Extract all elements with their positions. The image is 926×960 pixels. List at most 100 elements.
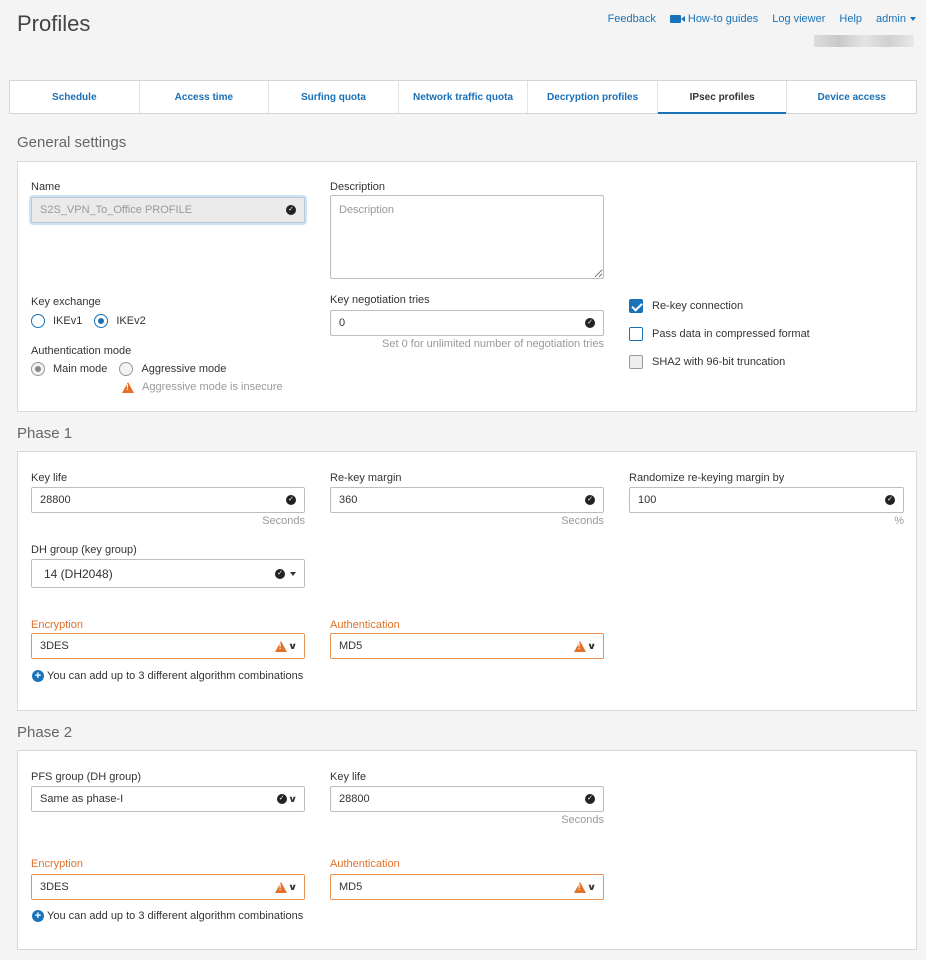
phase1-title: Phase 1 bbox=[17, 425, 73, 442]
warning-icon bbox=[274, 881, 287, 893]
phase2-title: Phase 2 bbox=[17, 724, 73, 741]
warning-icon bbox=[573, 640, 586, 652]
ikev2-label: IKEv2 bbox=[116, 315, 146, 327]
name-field[interactable]: S2S_VPN_To_Office PROFILE ✓ bbox=[31, 197, 305, 223]
aggressive-mode-label: Aggressive mode bbox=[141, 363, 227, 375]
rekey-checkbox[interactable] bbox=[629, 299, 643, 313]
ikev1-radio[interactable] bbox=[31, 314, 45, 328]
p2-add-combination-text: You can add up to 3 different algorithm … bbox=[47, 910, 304, 922]
p2-pfs-label: PFS group (DH group) bbox=[31, 771, 142, 783]
key-tries-value: 0 bbox=[339, 317, 346, 329]
compress-checkbox[interactable] bbox=[629, 327, 643, 341]
auth-mode-label: Authentication mode bbox=[31, 345, 132, 357]
ikev2-radio[interactable] bbox=[94, 314, 109, 328]
check-circle-icon: ✓ bbox=[286, 205, 296, 215]
sha2-label: SHA2 with 96-bit truncation bbox=[652, 356, 786, 368]
name-value: S2S_VPN_To_Office PROFILE bbox=[40, 204, 193, 216]
rekey-option: Re-key connection bbox=[629, 299, 743, 313]
top-nav: Feedback How-to guides Log viewer Help a… bbox=[608, 13, 916, 25]
p2-key-life-label: Key life bbox=[330, 771, 367, 783]
p1-dh-value: 14 (DH2048) bbox=[44, 566, 113, 581]
chevron-down-icon: ∨ bbox=[586, 881, 597, 892]
p2-key-life-field[interactable]: 28800 ✓ bbox=[330, 786, 604, 812]
p1-randomize-unit: % bbox=[894, 515, 904, 527]
p1-encryption-label: Encryption bbox=[31, 619, 83, 631]
p1-add-combination[interactable]: + You can add up to 3 different algorith… bbox=[32, 670, 303, 682]
tab-decryption-profiles[interactable]: Decryption profiles bbox=[528, 81, 658, 113]
p2-encryption-label: Encryption bbox=[31, 858, 83, 870]
admin-menu[interactable]: admin bbox=[876, 13, 916, 25]
check-circle-icon: ✓ bbox=[276, 794, 287, 804]
tab-bar: Schedule Access time Surfing quota Netwo… bbox=[9, 80, 917, 114]
feedback-link[interactable]: Feedback bbox=[608, 13, 656, 25]
general-settings-title: General settings bbox=[17, 134, 127, 151]
main-mode-radio[interactable] bbox=[31, 362, 45, 376]
p1-authentication-label: Authentication bbox=[330, 619, 400, 631]
p1-rekey-margin-unit: Seconds bbox=[561, 515, 604, 527]
phase2-panel: PFS group (DH group) Same as phase-I ✓ ∨… bbox=[17, 750, 917, 950]
video-camera-icon bbox=[669, 15, 685, 23]
tab-access-time[interactable]: Access time bbox=[140, 81, 270, 113]
chevron-down-icon: ∨ bbox=[287, 793, 298, 804]
p1-key-life-unit: Seconds bbox=[262, 515, 305, 527]
p1-rekey-margin-field[interactable]: 360 ✓ bbox=[330, 487, 604, 513]
warning-icon bbox=[573, 881, 586, 893]
p2-encryption-value: 3DES bbox=[40, 881, 69, 893]
p1-rekey-margin-label: Re-key margin bbox=[330, 472, 402, 484]
p2-pfs-select[interactable]: Same as phase-I ✓ ∨ bbox=[31, 786, 305, 812]
p2-pfs-value: Same as phase-I bbox=[40, 793, 124, 805]
help-link[interactable]: Help bbox=[839, 13, 862, 25]
name-label: Name bbox=[31, 181, 61, 193]
check-circle-icon: ✓ bbox=[585, 495, 595, 505]
chevron-down-icon: ∨ bbox=[287, 640, 298, 651]
plus-circle-icon: + bbox=[32, 910, 44, 922]
log-viewer-link[interactable]: Log viewer bbox=[772, 13, 825, 25]
tab-device-access[interactable]: Device access bbox=[787, 81, 916, 113]
tab-schedule[interactable]: Schedule bbox=[10, 81, 140, 113]
p1-dh-select[interactable]: 14 (DH2048) ✓ bbox=[31, 559, 305, 588]
p1-authentication-select[interactable]: MD5 ∨ bbox=[330, 633, 604, 659]
key-exchange-label: Key exchange bbox=[31, 296, 101, 308]
how-to-guides-link[interactable]: How-to guides bbox=[669, 13, 758, 25]
description-field[interactable] bbox=[330, 195, 604, 279]
p1-encryption-value: 3DES bbox=[40, 640, 69, 652]
sha2-option: SHA2 with 96-bit truncation bbox=[629, 355, 785, 369]
p1-randomize-field[interactable]: 100 ✓ bbox=[629, 487, 904, 513]
p2-add-combination[interactable]: + You can add up to 3 different algorith… bbox=[32, 910, 303, 922]
caret-down-icon bbox=[910, 17, 916, 21]
p2-authentication-value: MD5 bbox=[339, 881, 363, 893]
aggressive-warning: Aggressive mode is insecure bbox=[122, 381, 283, 393]
p1-add-combination-text: You can add up to 3 different algorithm … bbox=[47, 670, 304, 682]
user-info-redacted bbox=[814, 35, 914, 47]
compress-label: Pass data in compressed format bbox=[652, 328, 810, 340]
compress-option: Pass data in compressed format bbox=[629, 327, 810, 341]
sha2-checkbox[interactable] bbox=[629, 355, 643, 369]
p1-randomize-value: 100 bbox=[638, 494, 657, 506]
aggressive-warning-text: Aggressive mode is insecure bbox=[142, 381, 283, 393]
rekey-label: Re-key connection bbox=[652, 300, 744, 312]
admin-label: admin bbox=[876, 13, 906, 25]
p1-authentication-value: MD5 bbox=[339, 640, 363, 652]
tab-ipsec-profiles[interactable]: IPsec profiles bbox=[657, 81, 788, 114]
p1-key-life-label: Key life bbox=[31, 472, 68, 484]
tab-surfing-quota[interactable]: Surfing quota bbox=[269, 81, 399, 113]
general-settings-panel: Name S2S_VPN_To_Office PROFILE ✓ Descrip… bbox=[17, 161, 917, 412]
tab-network-traffic-quota[interactable]: Network traffic quota bbox=[399, 81, 529, 113]
p2-authentication-select[interactable]: MD5 ∨ bbox=[330, 874, 604, 900]
warning-icon bbox=[274, 640, 287, 652]
aggressive-mode-radio[interactable] bbox=[119, 362, 134, 376]
check-circle-icon: ✓ bbox=[286, 495, 296, 505]
plus-circle-icon: + bbox=[32, 670, 44, 682]
key-tries-field[interactable]: 0 ✓ bbox=[330, 310, 604, 336]
key-tries-label: Key negotiation tries bbox=[330, 294, 430, 306]
p1-key-life-field[interactable]: 28800 ✓ bbox=[31, 487, 305, 513]
warning-icon bbox=[122, 381, 134, 393]
p2-key-life-unit: Seconds bbox=[561, 814, 604, 826]
caret-down-icon bbox=[290, 571, 296, 576]
ikev1-label: IKEv1 bbox=[53, 315, 83, 327]
p2-encryption-select[interactable]: 3DES ∨ bbox=[31, 874, 305, 900]
key-exchange-group: IKEv1 IKEv2 bbox=[31, 314, 146, 328]
chevron-down-icon: ∨ bbox=[287, 881, 298, 892]
page-title: Profiles bbox=[17, 11, 91, 36]
p1-encryption-select[interactable]: 3DES ∨ bbox=[31, 633, 305, 659]
